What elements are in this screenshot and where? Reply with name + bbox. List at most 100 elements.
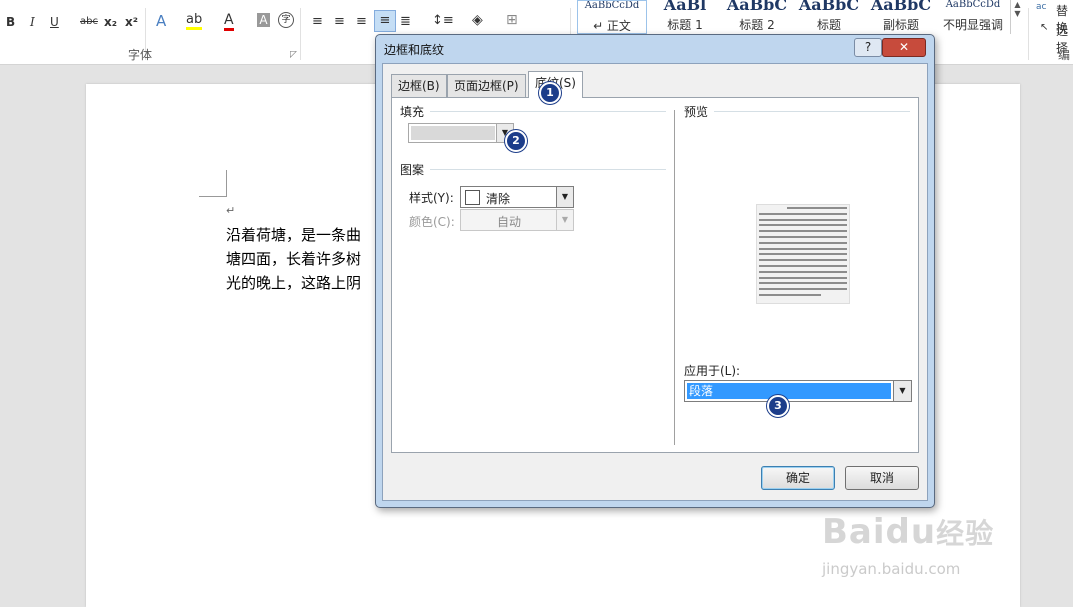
preview-text-line xyxy=(759,212,847,215)
subscript-button[interactable]: x₂ xyxy=(104,15,117,29)
fill-swatch xyxy=(411,126,495,140)
bold-button[interactable]: B xyxy=(6,15,15,29)
preview-text-line xyxy=(787,207,847,209)
preview-text-line xyxy=(759,241,847,244)
document-line[interactable]: 沿着荷塘，是一条曲 xyxy=(226,224,361,245)
dialog-launcher-icon[interactable]: ◸ xyxy=(290,50,297,60)
preview-text-line xyxy=(759,294,821,296)
justify-icon[interactable]: ≡ xyxy=(374,10,396,32)
strikethrough-button[interactable]: abc xyxy=(80,16,98,27)
preview-section-title: 预览 xyxy=(684,105,709,119)
color-label: 颜色(C): xyxy=(409,215,455,229)
borders-shading-dialog: 边框和底纹 ? ✕ 边框(B) 页面边框(P) 底纹(S) 填充 ▼ 图案 样式… xyxy=(375,34,935,508)
style-heading2[interactable]: AaBbC 标题 2 xyxy=(721,0,793,34)
shading-char-icon[interactable]: A xyxy=(257,13,270,27)
close-button[interactable]: ✕ xyxy=(882,38,926,57)
style-preview: AaBbC xyxy=(870,0,932,14)
underline-button[interactable]: U xyxy=(50,15,59,29)
select-icon[interactable]: ↖ xyxy=(1040,22,1048,33)
chevron-down-icon[interactable]: ▼ xyxy=(893,381,911,401)
tab-page-border[interactable]: 页面边框(P) xyxy=(447,74,526,97)
style-normal[interactable]: AaBbCcDd ↵ 正文 xyxy=(577,0,647,34)
pattern-style-value: 清除 xyxy=(486,192,511,206)
document-line[interactable]: 塘四面，长着许多树 xyxy=(226,248,361,269)
help-button[interactable]: ? xyxy=(854,38,882,57)
baidu-watermark-logo: Baidu经验 xyxy=(822,512,995,552)
chevron-down-icon[interactable]: ▼ xyxy=(556,210,573,230)
style-preview: AaBbCcDd xyxy=(945,0,1001,10)
preview-box xyxy=(756,204,850,304)
tab-borders[interactable]: 边框(B) xyxy=(391,74,447,97)
panel-divider xyxy=(674,110,675,445)
preview-text-line xyxy=(759,259,847,262)
font-group-label: 字体 xyxy=(128,48,153,62)
preview-text-line xyxy=(759,270,847,273)
preview-text-line xyxy=(759,276,847,279)
preview-text-line xyxy=(759,236,847,238)
align-center-icon[interactable]: ≡ xyxy=(334,14,345,29)
style-preview: AaBl xyxy=(663,0,707,14)
style-label: 副标题 xyxy=(882,18,919,32)
style-gallery[interactable]: AaBbCcDd ↵ 正文 AaBl 标题 1 AaBbC 标题 2 AaBbC 标题 … xyxy=(577,0,1009,34)
style-heading1[interactable]: AaBl 标题 1 xyxy=(649,0,721,34)
dialog-title: 边框和底纹 xyxy=(384,43,445,57)
preview-text-line xyxy=(759,288,847,291)
align-right-icon[interactable]: ≡ xyxy=(356,14,367,29)
style-label: 样式(Y): xyxy=(409,191,454,205)
pattern-style-dropdown[interactable]: 清除 ▼ xyxy=(460,186,574,208)
style-title[interactable]: AaBbC 标题 xyxy=(793,0,865,34)
separator xyxy=(1028,8,1029,60)
replace-icon[interactable]: ac xyxy=(1036,2,1046,12)
document-line[interactable]: 光的晚上，这路上阴 xyxy=(226,272,361,293)
margin-corner-mark xyxy=(199,170,227,197)
style-preview: AaBbC xyxy=(726,0,788,14)
gallery-scroll[interactable]: ▲ ▼ xyxy=(1010,0,1024,34)
style-label: 不明显强调 xyxy=(942,18,1003,32)
fill-color-dropdown[interactable]: ▼ xyxy=(408,123,514,143)
distributed-icon[interactable]: ≣ xyxy=(400,14,411,29)
style-subtitle[interactable]: AaBbC 副标题 xyxy=(865,0,937,34)
text-effect-icon[interactable]: A xyxy=(156,12,166,30)
annotation-badge: 3 xyxy=(767,395,789,417)
separator xyxy=(714,111,910,112)
separator xyxy=(430,169,666,170)
ok-button[interactable]: 确定 xyxy=(761,466,835,490)
font-color-icon[interactable]: A xyxy=(224,12,234,31)
separator xyxy=(300,8,301,60)
superscript-button[interactable]: x² xyxy=(125,15,138,29)
highlight-icon[interactable]: ab xyxy=(186,12,203,30)
preview-text-line xyxy=(759,218,847,221)
paragraph-mark: ↵ xyxy=(226,204,236,217)
fill-section-title: 填充 xyxy=(400,105,425,119)
pattern-color-value: 自动 xyxy=(497,215,522,229)
shading-icon[interactable]: ◈ xyxy=(472,12,483,28)
preview-text-line xyxy=(759,230,847,233)
pattern-section-title: 图案 xyxy=(400,163,425,177)
preview-text-line xyxy=(759,253,847,256)
style-label: ↵ 正文 xyxy=(593,19,631,33)
style-label: 标题 xyxy=(816,18,841,32)
borders-icon[interactable]: ⊞ xyxy=(506,12,518,28)
preview-text-line xyxy=(759,224,847,227)
annotation-badge: 1 xyxy=(539,82,561,104)
preview-text-line xyxy=(759,247,847,250)
apply-to-label: 应用于(L): xyxy=(684,364,741,378)
cancel-button[interactable]: 取消 xyxy=(845,466,919,490)
pattern-color-dropdown[interactable]: 自动 ▼ xyxy=(460,209,574,231)
italic-button[interactable]: I xyxy=(30,15,35,29)
line-spacing-icon[interactable]: ↕≡ xyxy=(432,13,454,28)
align-left-icon[interactable]: ≡ xyxy=(312,14,323,29)
enclose-char-icon[interactable]: 字 xyxy=(278,12,294,28)
shading-panel: 填充 ▼ 图案 样式(Y): 清除 ▼ 颜色(C): 自动 ▼ 预览 应用于(L… xyxy=(391,97,919,453)
dialog-body: 边框(B) 页面边框(P) 底纹(S) 填充 ▼ 图案 样式(Y): 清除 ▼ … xyxy=(382,63,928,501)
annotation-badge: 2 xyxy=(505,130,527,152)
apply-to-dropdown[interactable]: 段落 ▼ xyxy=(684,380,912,402)
style-preview: AaBbCcDd xyxy=(584,1,640,11)
apply-to-value: 段落 xyxy=(687,383,891,399)
separator xyxy=(430,111,666,112)
watermark-url: jingyan.baidu.com xyxy=(822,560,961,578)
chevron-down-icon[interactable]: ▼ xyxy=(556,187,573,207)
style-subtle-emphasis[interactable]: AaBbCcDd 不明显强调 xyxy=(937,0,1009,34)
style-label: 标题 1 xyxy=(667,18,703,32)
preview-text-line xyxy=(759,282,847,285)
